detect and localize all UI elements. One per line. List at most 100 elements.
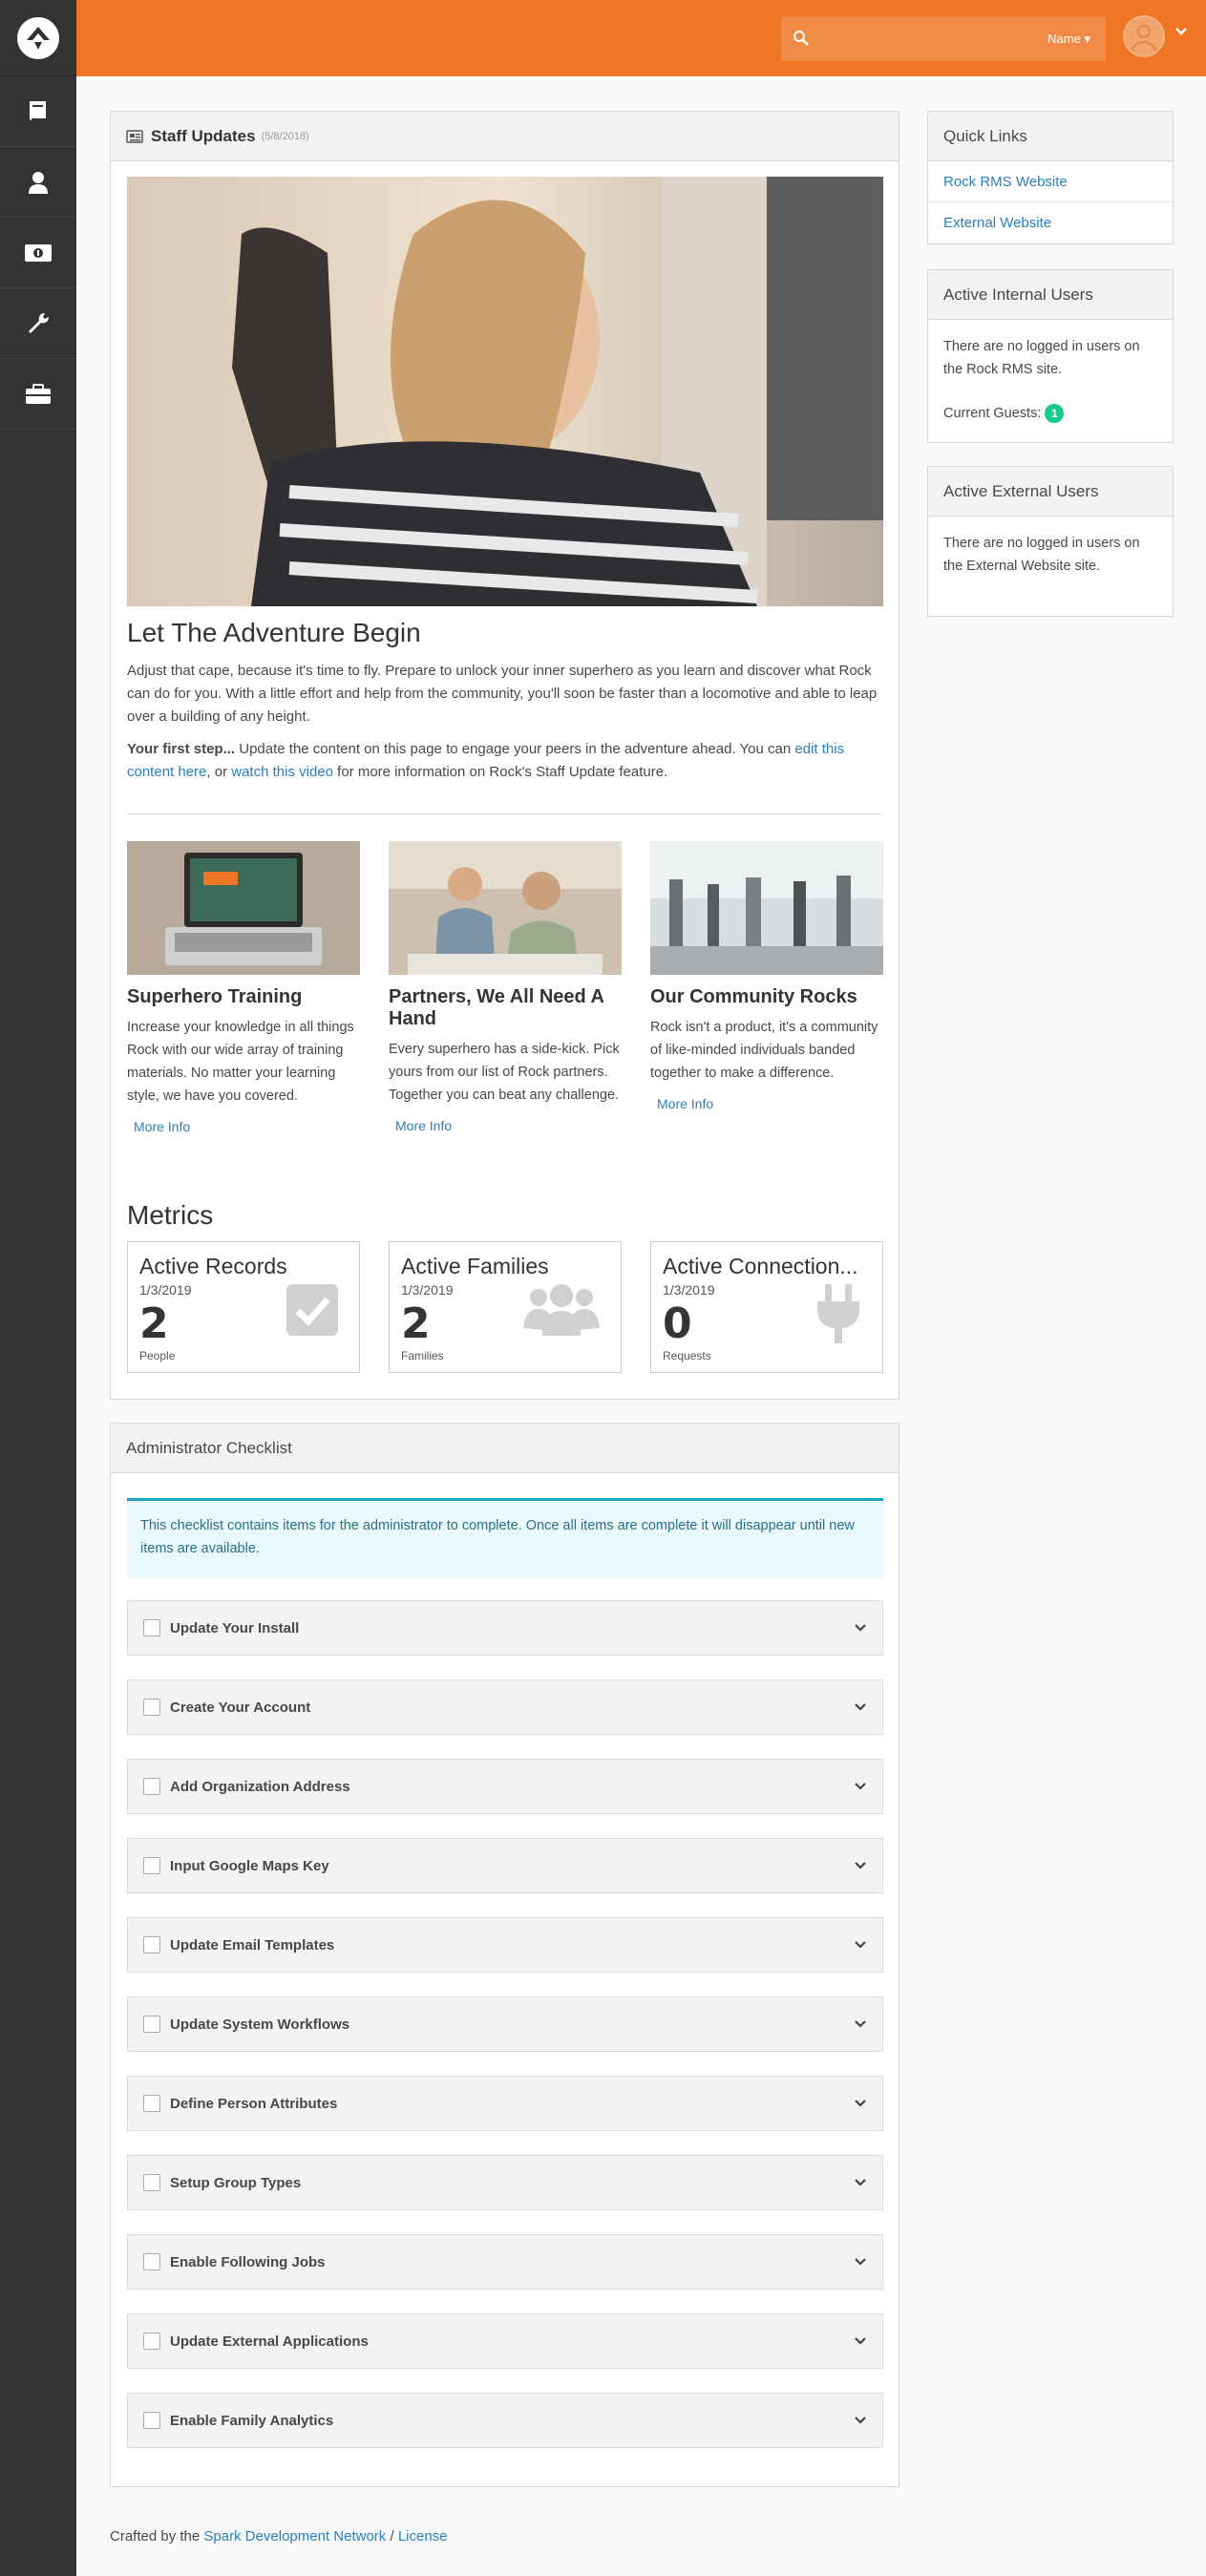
first-step-text-1: Update the content on this page to engag… bbox=[235, 741, 795, 757]
checklist-item[interactable]: Update External Applications bbox=[127, 2313, 883, 2369]
checklist-item[interactable]: Setup Group Types bbox=[127, 2155, 883, 2210]
checklist-item-label: Update Your Install bbox=[170, 1619, 300, 1636]
metric-value: 2 bbox=[401, 1299, 431, 1348]
chevron-down-icon[interactable] bbox=[854, 1940, 867, 1950]
watch-video-link[interactable]: watch this video bbox=[231, 764, 333, 780]
metric-title: Active Connection... bbox=[663, 1254, 858, 1278]
search-filter-dropdown[interactable]: Name ▾ bbox=[1047, 32, 1090, 47]
metric-unit: People bbox=[139, 1349, 176, 1362]
staff-updates-date: (5/8/2018) bbox=[261, 130, 309, 142]
chevron-down-icon[interactable] bbox=[1174, 27, 1188, 36]
wrench-icon bbox=[29, 312, 50, 333]
sidebar-item-pages[interactable] bbox=[0, 76, 76, 147]
card-text: Increase your knowledge in all things Ro… bbox=[127, 1020, 354, 1104]
sidebar-item-people[interactable] bbox=[0, 147, 76, 218]
book-icon bbox=[30, 100, 46, 120]
checkbox[interactable] bbox=[143, 2016, 160, 2033]
checklist-item-label: Update External Applications bbox=[170, 2333, 369, 2350]
checklist-item[interactable]: Input Google Maps Key bbox=[127, 1838, 883, 1893]
checklist-item-label: Update Email Templates bbox=[170, 1936, 335, 1953]
article-title: Let The Adventure Begin bbox=[127, 618, 421, 647]
metric-value: 0 bbox=[663, 1299, 692, 1348]
checkbox[interactable] bbox=[143, 2253, 160, 2270]
checklist-item-label: Input Google Maps Key bbox=[170, 1857, 329, 1874]
card-text: Every superhero has a side-kick. Pick yo… bbox=[389, 1042, 620, 1103]
checkbox[interactable] bbox=[143, 1936, 160, 1953]
sidebar-item-admin[interactable] bbox=[0, 359, 76, 430]
active-external-users-panel: Active External Users There are no logge… bbox=[927, 466, 1174, 617]
chevron-down-icon[interactable] bbox=[854, 2416, 867, 2425]
license-link[interactable]: License bbox=[398, 2528, 448, 2544]
chevron-down-icon[interactable] bbox=[854, 2019, 867, 2029]
chevron-down-icon[interactable] bbox=[854, 2099, 867, 2108]
chevron-down-icon[interactable] bbox=[854, 1861, 867, 1870]
quick-link-rock-rms[interactable]: Rock RMS Website bbox=[928, 161, 1173, 202]
sidebar-item-tools[interactable] bbox=[0, 288, 76, 359]
checklist-item[interactable]: Define Person Attributes bbox=[127, 2076, 883, 2131]
internal-users-title: Active Internal Users bbox=[928, 270, 1173, 320]
checkbox[interactable] bbox=[143, 2333, 160, 2350]
checkbox[interactable] bbox=[143, 1778, 160, 1795]
avatar[interactable] bbox=[1123, 15, 1165, 57]
checklist-item-label: Enable Following Jobs bbox=[170, 2253, 326, 2270]
internal-users-message: There are no logged in users on the Rock… bbox=[943, 339, 1140, 377]
checklist-item-label: Define Person Attributes bbox=[170, 2095, 338, 2112]
checklist-item[interactable]: Update Your Install bbox=[127, 1600, 883, 1656]
staff-updates-panel: Staff Updates (5/8/2018) Let The Adventu… bbox=[110, 111, 899, 1400]
metric-active-families[interactable]: Active Families 1/3/2019 2 Families bbox=[389, 1241, 622, 1373]
checklist-item[interactable]: Update System Workflows bbox=[127, 1996, 883, 2052]
staff-updates-heading: Staff Updates (5/8/2018) bbox=[111, 112, 899, 161]
checklist-item[interactable]: Add Organization Address bbox=[127, 1759, 883, 1814]
checkbox[interactable] bbox=[143, 2412, 160, 2429]
metric-active-records[interactable]: Active Records 1/3/2019 2 People bbox=[127, 1241, 360, 1373]
chevron-down-icon[interactable] bbox=[854, 1702, 867, 1712]
spark-network-link[interactable]: Spark Development Network bbox=[203, 2528, 386, 2544]
metric-date: 1/3/2019 bbox=[663, 1282, 715, 1298]
metrics-title: Metrics bbox=[127, 1200, 214, 1230]
chevron-down-icon[interactable] bbox=[854, 2257, 867, 2267]
active-internal-users-panel: Active Internal Users There are no logge… bbox=[927, 269, 1174, 443]
card-image-laptop bbox=[127, 841, 360, 975]
metric-active-connections[interactable]: Active Connection... 1/3/2019 0 Requests bbox=[650, 1241, 883, 1373]
metric-unit: Requests bbox=[663, 1349, 711, 1362]
checklist-info-alert: This checklist contains items for the ad… bbox=[127, 1498, 883, 1578]
top-bar: Name ▾ bbox=[76, 0, 1206, 76]
checklist-item-label: Setup Group Types bbox=[170, 2174, 302, 2191]
sidebar-item-finance[interactable] bbox=[0, 218, 76, 288]
card-superhero-training: Superhero Training Increase your knowled… bbox=[127, 841, 360, 1134]
chevron-down-icon[interactable] bbox=[854, 2336, 867, 2346]
chevron-down-icon[interactable] bbox=[854, 1782, 867, 1791]
rock-logo-icon bbox=[17, 16, 59, 59]
checklist-item-label: Update System Workflows bbox=[170, 2016, 350, 2033]
checkbox[interactable] bbox=[143, 2095, 160, 2112]
checklist-item[interactable]: Enable Family Analytics bbox=[127, 2393, 883, 2448]
more-info-link[interactable]: More Info bbox=[134, 1119, 360, 1134]
hero-image bbox=[127, 177, 883, 606]
rock-logo[interactable] bbox=[0, 0, 76, 76]
chevron-down-icon[interactable] bbox=[854, 2178, 867, 2187]
metric-title: Active Records bbox=[139, 1254, 287, 1278]
checkbox[interactable] bbox=[143, 1699, 160, 1716]
quick-link-external-website[interactable]: External Website bbox=[928, 202, 1173, 243]
search-input[interactable] bbox=[817, 17, 1008, 61]
checkbox[interactable] bbox=[143, 1619, 160, 1636]
sidebar bbox=[0, 0, 76, 2576]
checklist-item-label: Enable Family Analytics bbox=[170, 2412, 334, 2429]
chevron-down-icon[interactable] bbox=[854, 1623, 867, 1633]
checkbox[interactable] bbox=[143, 1857, 160, 1874]
current-guests: Current Guests: 1 bbox=[943, 402, 1157, 425]
briefcase-icon bbox=[26, 383, 51, 404]
checklist-item[interactable]: Enable Following Jobs bbox=[127, 2234, 883, 2290]
metric-date: 1/3/2019 bbox=[139, 1282, 192, 1298]
search-box: Name ▾ bbox=[781, 17, 1106, 61]
checkbox[interactable] bbox=[143, 2174, 160, 2191]
checklist-item[interactable]: Update Email Templates bbox=[127, 1917, 883, 1973]
metric-title: Active Families bbox=[401, 1254, 549, 1278]
article-first-step: Your first step... Update the content on… bbox=[127, 738, 883, 784]
more-info-link[interactable]: More Info bbox=[395, 1118, 622, 1133]
more-info-link[interactable]: More Info bbox=[657, 1096, 883, 1111]
footer-prefix: Crafted by the bbox=[110, 2528, 204, 2544]
external-users-title: Active External Users bbox=[928, 467, 1173, 517]
first-step-label: Your first step... bbox=[127, 741, 236, 757]
checklist-item[interactable]: Create Your Account bbox=[127, 1679, 883, 1735]
